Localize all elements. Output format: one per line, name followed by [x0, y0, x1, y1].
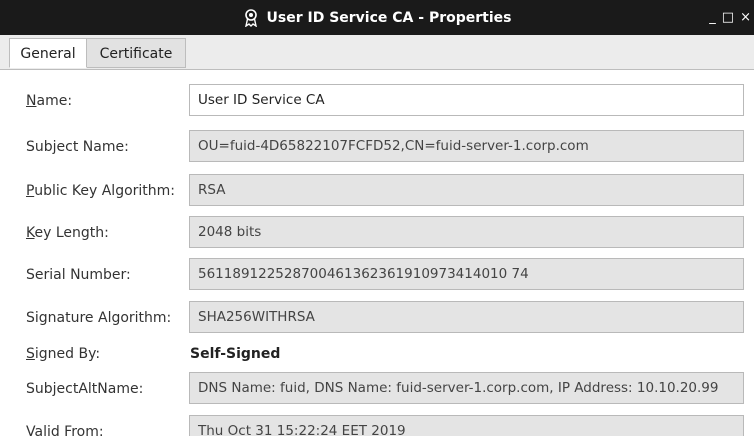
subject-name-field[interactable]: OU=fuid-4D65822107FCFD52,CN=fuid-server-…: [189, 130, 744, 162]
signed-by-label: Signed By:: [26, 346, 101, 362]
public-key-algorithm-field[interactable]: RSA: [189, 174, 744, 206]
row-valid-from: Valid From: Thu Oct 31 15:22:24 EET 2019: [0, 415, 754, 436]
row-signed-by: Signed By: Self-Signed: [0, 337, 754, 371]
signature-algorithm-field[interactable]: SHA256WITHRSA: [189, 301, 744, 333]
valid-from-field[interactable]: Thu Oct 31 15:22:24 EET 2019: [189, 415, 744, 436]
title-wrap: User ID Service CA - Properties: [0, 0, 754, 35]
general-panel: Name: User ID Service CA Subject Name: O…: [0, 70, 754, 436]
tab-general[interactable]: General: [9, 38, 87, 68]
row-public-key-algorithm: Public Key Algorithm: RSA: [0, 174, 754, 208]
name-field[interactable]: User ID Service CA: [189, 84, 744, 116]
window-title: User ID Service CA - Properties: [266, 9, 512, 26]
key-length-field[interactable]: 2048 bits: [189, 216, 744, 248]
row-signature-algorithm: Signature Algorithm: SHA256WITHRSA: [0, 301, 754, 335]
subject-name-label: Subject Name:: [26, 139, 129, 155]
signed-by-value: Self-Signed: [190, 346, 281, 362]
row-subject-name: Subject Name: OU=fuid-4D65822107FCFD52,C…: [0, 130, 754, 164]
row-serial-number: Serial Number: 5611891225287004613623619…: [0, 258, 754, 292]
valid-from-label: Valid From:: [26, 424, 104, 436]
name-label: Name:: [26, 93, 73, 109]
tab-certificate[interactable]: Certificate: [87, 38, 186, 68]
window-controls: _ □ ×: [706, 0, 754, 35]
title-bar: User ID Service CA - Properties _ □ ×: [0, 0, 754, 35]
tab-bar: General Certificate: [0, 35, 754, 70]
maximize-button[interactable]: □: [719, 10, 737, 25]
minimize-button[interactable]: _: [706, 10, 719, 25]
serial-number-label: Serial Number:: [26, 267, 131, 283]
certificate-ribbon-icon: [244, 8, 257, 27]
row-name: Name: User ID Service CA: [0, 84, 754, 118]
close-button[interactable]: ×: [737, 10, 754, 25]
serial-number-field[interactable]: 561189122528700461362361910973414010 74: [189, 258, 744, 290]
subject-alt-name-field[interactable]: DNS Name: fuid, DNS Name: fuid-server-1.…: [189, 372, 744, 404]
row-key-length: Key Length: 2048 bits: [0, 216, 754, 250]
key-length-label: Key Length:: [26, 225, 109, 241]
row-subject-alt-name: SubjectAltName: DNS Name: fuid, DNS Name…: [0, 372, 754, 406]
public-key-algorithm-label: Public Key Algorithm:: [26, 183, 176, 199]
subject-alt-name-label: SubjectAltName:: [26, 381, 144, 397]
signature-algorithm-label: Signature Algorithm:: [26, 310, 172, 326]
